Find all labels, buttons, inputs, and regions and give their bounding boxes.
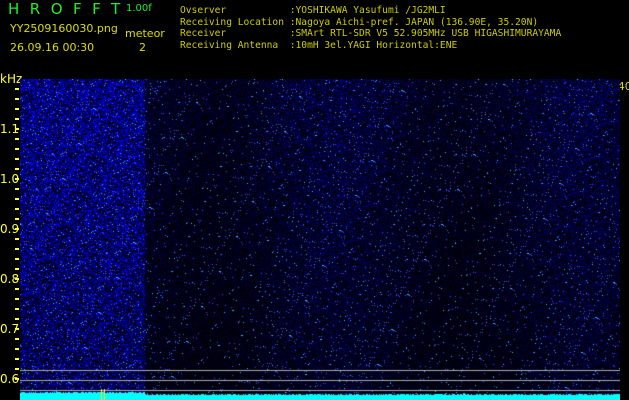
y-tick-label: 0.9: [0, 222, 20, 236]
info-line: Ovserver :YOSHIKAWA Yasufumi /JG2MLI: [180, 5, 446, 17]
minor-tick: [15, 248, 19, 250]
minor-tick: [15, 108, 19, 110]
minor-tick: [15, 198, 19, 200]
minor-tick: [15, 258, 19, 260]
info-value: :Nagoya Aichi-pref. JAPAN (136.90E, 35.2…: [289, 16, 539, 28]
info-value: :YOSHIKAWA Yasufumi /JG2MLI: [289, 5, 446, 16]
minor-tick: [15, 218, 19, 220]
info-label: Receiving Antenna: [180, 39, 284, 51]
minor-tick: [15, 158, 19, 160]
minor-tick: [15, 288, 19, 290]
minor-tick: [15, 268, 19, 270]
meteor-count: 2: [139, 41, 146, 54]
info-line: Receiving Location :Nagoya Aichi-pref. J…: [180, 17, 538, 29]
minor-tick: [15, 368, 19, 370]
y-tick-label: 1.1: [0, 122, 20, 136]
y-tick-label: 0.7: [0, 322, 20, 336]
minor-tick: [15, 338, 19, 340]
app-title: HROFFT: [8, 0, 131, 18]
info-label: Ovserver: [180, 5, 284, 16]
y-tick-label: 1.0: [0, 172, 20, 186]
info-line: Receiving Antenna :10mH 3el.YAGI Horizon…: [180, 40, 457, 52]
info-line: Receiver :SMArt RTL-SDR V5 52.905MHz USB…: [180, 28, 561, 40]
minor-tick: [15, 188, 19, 190]
info-value: :10mH 3el.YAGI Horizontal:ENE: [289, 39, 458, 51]
info-label: Receiver: [180, 28, 284, 39]
meteor-label: meteor: [125, 27, 165, 40]
minor-tick: [15, 208, 19, 210]
spectrogram: [20, 79, 620, 400]
unit-label: kHz: [0, 72, 23, 86]
minor-tick: [15, 88, 19, 90]
info-value: :SMArt RTL-SDR V5 52.905MHz USB HIGASHIM…: [289, 28, 562, 39]
minor-tick: [15, 348, 19, 350]
y-tick-label: 0.8: [0, 272, 20, 286]
minor-tick: [15, 318, 19, 320]
info-label: Receiving Location: [180, 16, 284, 28]
minor-tick: [15, 148, 19, 150]
version: 1.00f: [126, 3, 152, 14]
minor-tick: [15, 118, 19, 120]
minor-tick: [15, 168, 19, 170]
filename: YY2509160030.png: [10, 22, 118, 35]
minor-tick: [15, 138, 19, 140]
minor-tick: [15, 98, 19, 100]
minor-tick: [15, 298, 19, 300]
minor-tick: [15, 358, 19, 360]
datetime: 26.09.16 00:30: [10, 41, 95, 54]
minor-tick: [15, 238, 19, 240]
minor-tick: [15, 308, 19, 310]
y-tick-label: 0.6: [0, 372, 20, 386]
